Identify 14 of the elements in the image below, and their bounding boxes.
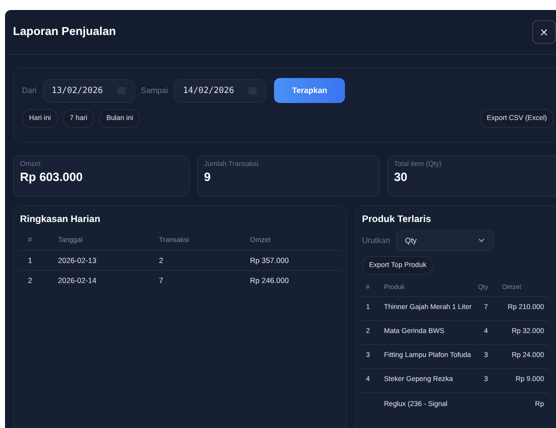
from-label: Dari xyxy=(22,86,37,95)
stat-value: 30 xyxy=(394,170,408,184)
apply-button[interactable]: Terapkan xyxy=(274,78,346,103)
sort-label: Urutkan xyxy=(362,236,390,245)
to-label: Sampai xyxy=(140,86,168,95)
panel-title: Ringkasan Harian xyxy=(20,214,102,225)
date-field[interactable]: 13/02/2026 xyxy=(42,78,135,102)
stat-value: 9 xyxy=(204,170,212,184)
panel-title: Produk Terlaris xyxy=(362,214,432,225)
stat-value: Rp 603.000 xyxy=(20,170,84,184)
chevron-icon xyxy=(478,238,486,243)
close-button[interactable]: × xyxy=(532,20,556,44)
window-title: Laporan Penjualan xyxy=(13,26,116,38)
date-field[interactable]: 14/02/2026 xyxy=(174,78,266,102)
